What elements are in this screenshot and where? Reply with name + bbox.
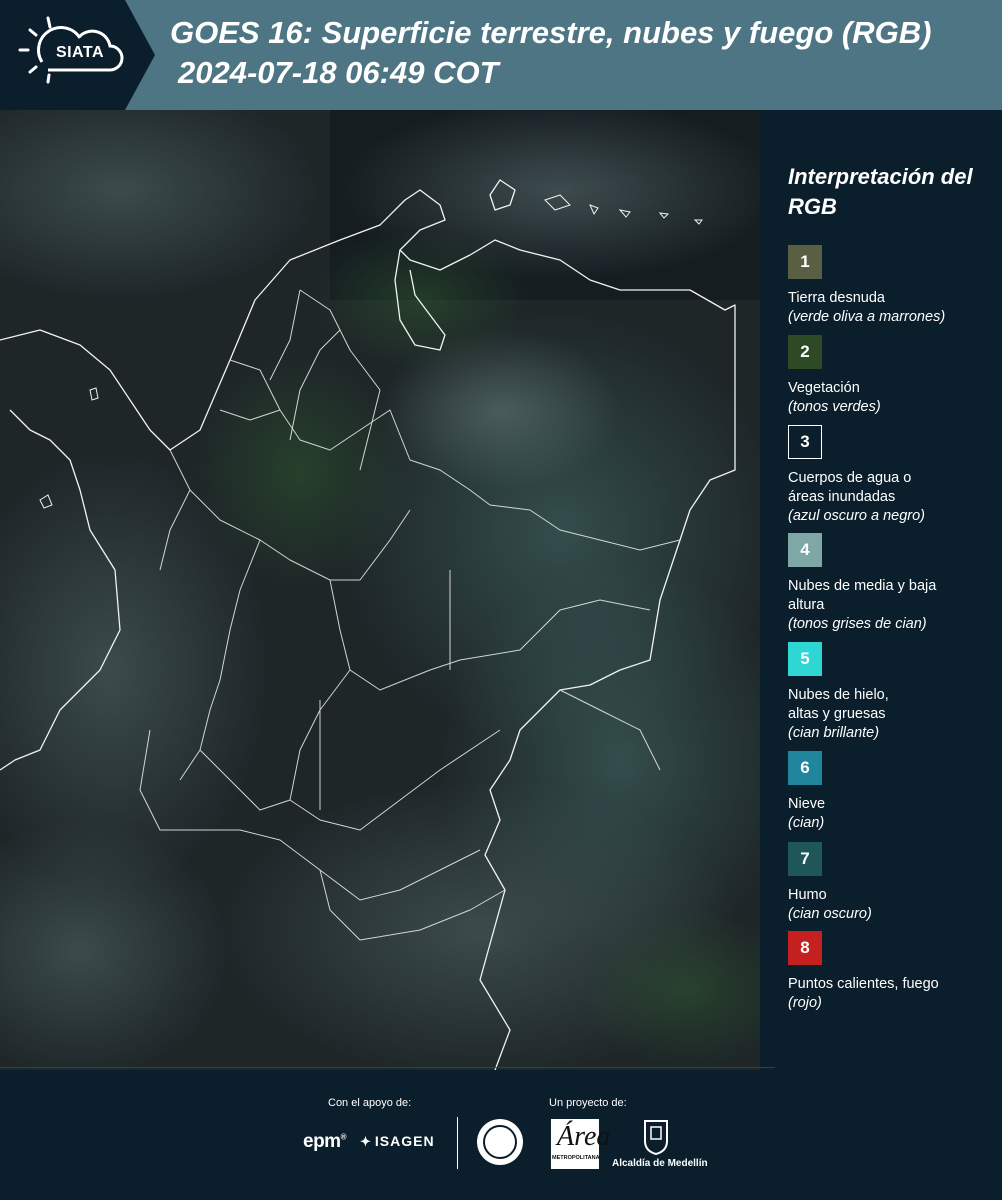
footer-divider bbox=[457, 1117, 458, 1169]
legend-note: (tonos verdes) bbox=[788, 399, 881, 415]
legend-panel: Interpretación del RGB 1 Tierra desnuda … bbox=[760, 110, 1002, 1070]
timestamp: 2024-07-18 06:49 COT bbox=[178, 55, 499, 90]
legend-item-mid-low-clouds: 4 Nubes de media y baja altura (tonos gr… bbox=[788, 533, 998, 634]
legend-item-water: 3 Cuerpos de agua o áreas inundadas (azu… bbox=[788, 425, 998, 526]
legend-label: Cuerpos de agua o áreas inundadas bbox=[788, 470, 912, 505]
satellite-map[interactable] bbox=[0, 110, 760, 1070]
legend-label: Nieve bbox=[788, 796, 826, 812]
legend-note: (cian) bbox=[788, 815, 825, 831]
legend-note: (rojo) bbox=[788, 995, 822, 1011]
medellin-shield-icon bbox=[644, 1120, 668, 1155]
legend-swatch: 8 bbox=[788, 931, 822, 965]
area-mark: Área bbox=[557, 1121, 611, 1152]
legend-label: Nubes de hielo, altas y gruesas bbox=[788, 687, 889, 722]
university-seal-logo[interactable] bbox=[477, 1119, 523, 1165]
legend-label: Nubes de media y baja altura bbox=[788, 578, 937, 613]
legend-note: (verde oliva a marrones) bbox=[788, 309, 946, 325]
legend-swatch: 6 bbox=[788, 751, 822, 785]
legend-label: Humo bbox=[788, 887, 827, 903]
legend-swatch: 5 bbox=[788, 642, 822, 676]
legend-item-smoke: 7 Humo (cian oscuro) bbox=[788, 842, 998, 924]
footer-divider-line bbox=[0, 1067, 775, 1068]
legend-label: Tierra desnuda bbox=[788, 290, 885, 306]
area-metropolitana-logo[interactable]: Área METROPOLITANA bbox=[551, 1119, 610, 1169]
page-title: GOES 16: Superficie terrestre, nubes y f… bbox=[170, 15, 932, 50]
header-bar: SIATA GOES 16: Superficie terrestre, nub… bbox=[0, 0, 1002, 110]
legend-swatch: 3 bbox=[788, 425, 822, 459]
legend-swatch: 4 bbox=[788, 533, 822, 567]
support-label: Con el apoyo de: bbox=[328, 1097, 412, 1109]
medellin-logo-label[interactable]: Alcaldía de Medellín bbox=[612, 1158, 708, 1169]
legend-item-bare-land: 1 Tierra desnuda (verde oliva a marrones… bbox=[788, 245, 998, 327]
epm-logo[interactable]: epm® bbox=[303, 1131, 347, 1153]
legend-note: (cian oscuro) bbox=[788, 906, 872, 922]
project-label: Un proyecto de: bbox=[549, 1097, 627, 1109]
seal-ring-icon bbox=[483, 1125, 517, 1159]
siata-logo: SIATA bbox=[0, 0, 155, 110]
logo-text: SIATA bbox=[55, 44, 105, 61]
map-canvas bbox=[0, 110, 760, 1070]
legend-item-snow: 6 Nieve (cian) bbox=[788, 751, 998, 833]
legend-item-fire: 8 Puntos calientes, fuego (rojo) bbox=[788, 931, 998, 1013]
legend-title: Interpretación del RGB bbox=[788, 164, 973, 219]
legend-note: (tonos grises de cian) bbox=[788, 616, 927, 632]
legend-swatch: 7 bbox=[788, 842, 822, 876]
legend-item-ice-clouds: 5 Nubes de hielo, altas y gruesas (cian … bbox=[788, 642, 998, 743]
isagen-mark-icon: ✦ bbox=[360, 1134, 372, 1149]
legend-label: Puntos calientes, fuego bbox=[788, 976, 939, 992]
isagen-logo[interactable]: ✦ ISAGEN bbox=[360, 1133, 435, 1150]
legend-note: (cian brillante) bbox=[788, 725, 880, 741]
legend-swatch: 2 bbox=[788, 335, 822, 369]
legend-item-vegetation: 2 Vegetación (tonos verdes) bbox=[788, 335, 998, 417]
legend-label: Vegetación bbox=[788, 380, 860, 396]
legend-swatch: 1 bbox=[788, 245, 822, 279]
legend-note: (azul oscuro a negro) bbox=[788, 508, 926, 524]
area-metro-text: METROPOLITANA bbox=[552, 1155, 600, 1161]
